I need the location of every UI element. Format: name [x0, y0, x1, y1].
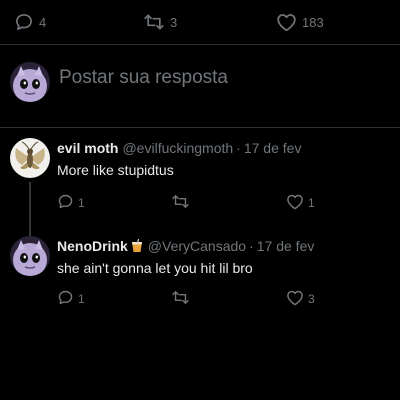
reply-action-bar: 1 1 [0, 192, 400, 214]
reply-button[interactable]: 4 [14, 8, 46, 36]
timestamp[interactable]: 17 de fev [244, 140, 302, 156]
user-handle[interactable]: @VeryCansado [148, 238, 246, 254]
like-button[interactable]: 3 [286, 288, 315, 310]
reply-button[interactable]: 1 [57, 192, 85, 214]
repost-icon [171, 193, 190, 213]
heart-icon [276, 12, 297, 32]
heart-icon [286, 289, 304, 309]
pale-creature-avatar[interactable] [10, 236, 50, 276]
reply-header: NenoDrink @VeryCansado · 17 de fev [57, 238, 314, 254]
like-button[interactable]: 183 [276, 8, 324, 36]
timestamp[interactable]: 17 de fev [257, 238, 315, 254]
heart-icon [286, 193, 304, 213]
user-avatar[interactable] [10, 62, 50, 102]
reply-item[interactable]: evil moth @evilfuckingmoth · 17 de fev M… [0, 128, 400, 236]
reply-button[interactable]: 1 [57, 288, 85, 310]
like-count: 183 [302, 14, 324, 30]
reply-icon [57, 193, 74, 213]
reply-icon [57, 289, 74, 309]
repost-icon [143, 12, 165, 32]
reply-thread-page: 4 3 183 Postar sua resposta evil moth @e… [0, 0, 400, 400]
repost-button[interactable] [171, 192, 194, 214]
compose-reply: Postar sua resposta [0, 45, 400, 127]
display-name[interactable]: NenoDrink [57, 238, 128, 254]
reply-icon [14, 12, 34, 32]
reply-header: evil moth @evilfuckingmoth · 17 de fev [57, 140, 301, 156]
reply-input[interactable]: Postar sua resposta [59, 67, 228, 89]
like-count: 3 [308, 292, 315, 306]
display-name[interactable]: evil moth [57, 140, 118, 156]
separator: · [236, 140, 241, 156]
drink-emoji-icon [130, 239, 144, 253]
user-handle[interactable]: @evilfuckingmoth [122, 140, 233, 156]
like-count: 1 [308, 196, 315, 210]
repost-button[interactable] [171, 288, 194, 310]
repost-count: 3 [170, 14, 178, 30]
separator: · [249, 238, 254, 254]
reply-action-bar: 1 3 [0, 288, 400, 310]
reply-count: 1 [78, 196, 85, 210]
reply-count: 4 [39, 14, 47, 30]
post-action-bar: 4 3 183 [0, 8, 400, 36]
repost-button[interactable]: 3 [143, 8, 177, 36]
like-button[interactable]: 1 [286, 192, 315, 214]
reply-item[interactable]: NenoDrink @VeryCansado · 17 de fev she a… [0, 228, 400, 328]
moth-avatar[interactable] [10, 138, 50, 178]
reply-text: she ain't gonna let you hit lil bro [57, 260, 253, 276]
reply-count: 1 [78, 292, 85, 306]
repost-icon [171, 289, 190, 309]
reply-text: More like stupidtus [57, 162, 174, 178]
